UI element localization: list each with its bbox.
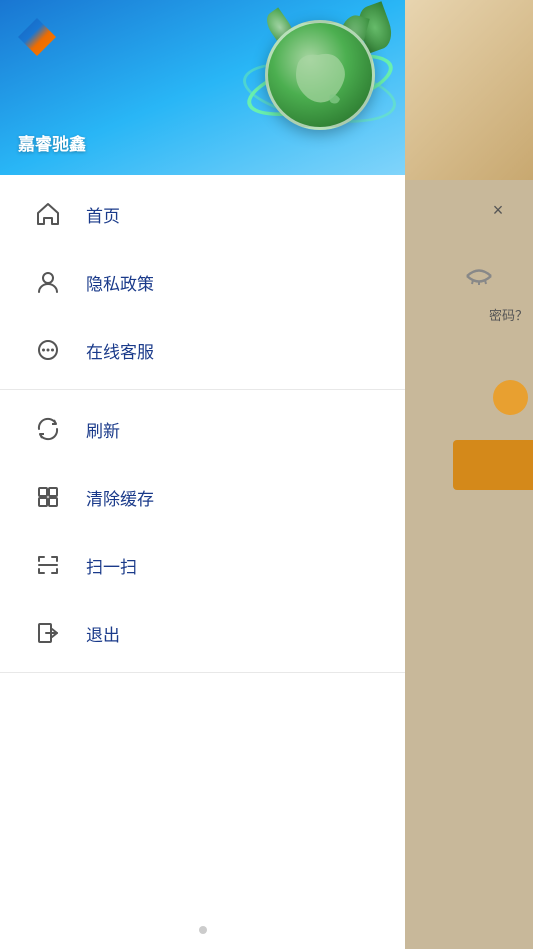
cache-icon <box>30 479 66 515</box>
menu-item-home[interactable]: 首页 <box>0 180 405 248</box>
drawer-header: 嘉睿驰鑫 <box>0 0 405 175</box>
drawer-menu: 首页 隐私政策 <box>0 175 405 911</box>
menu-label-home: 首页 <box>86 202 120 227</box>
menu-label-clear-cache: 清除缓存 <box>86 485 154 510</box>
refresh-icon <box>30 411 66 447</box>
orange-circle <box>493 380 528 415</box>
right-panel: × 密码？ <box>403 0 533 949</box>
drawer-footer <box>0 911 405 949</box>
menu-item-customer-service[interactable]: 在线客服 <box>0 316 405 384</box>
home-icon <box>30 196 66 232</box>
password-hint-text: 密码？ <box>489 305 528 324</box>
chat-icon <box>30 332 66 368</box>
drawer-panel: 嘉睿驰鑫 首页 隐私政策 <box>0 0 405 949</box>
menu-item-clear-cache[interactable]: 清除缓存 <box>0 463 405 531</box>
globe-circle <box>265 20 375 130</box>
logo-diamond <box>18 18 56 56</box>
menu-label-customer-service: 在线客服 <box>86 338 154 363</box>
menu-label-privacy: 隐私政策 <box>86 270 154 295</box>
menu-section-2: 刷新 清除缓存 <box>0 390 405 673</box>
menu-item-logout[interactable]: 退出 <box>0 599 405 667</box>
scan-icon <box>30 547 66 583</box>
logout-icon <box>30 615 66 651</box>
menu-item-privacy[interactable]: 隐私政策 <box>0 248 405 316</box>
eye-icon <box>465 260 493 292</box>
menu-label-refresh: 刷新 <box>86 417 120 442</box>
menu-label-logout: 退出 <box>86 621 120 646</box>
menu-item-scan[interactable]: 扫一扫 <box>0 531 405 599</box>
menu-label-scan: 扫一扫 <box>86 553 137 578</box>
person-icon <box>30 264 66 300</box>
close-button[interactable]: × <box>483 195 513 225</box>
orange-button[interactable] <box>453 440 533 490</box>
logo-diamond-shape <box>18 18 56 56</box>
page-dot-indicator <box>199 926 207 934</box>
globe-decoration <box>250 5 395 160</box>
brand-name: 嘉睿驰鑫 <box>18 130 86 155</box>
menu-section-1: 首页 隐私政策 <box>0 175 405 390</box>
menu-item-refresh[interactable]: 刷新 <box>0 395 405 463</box>
brand-logo <box>18 18 56 56</box>
right-panel-top <box>403 0 533 180</box>
